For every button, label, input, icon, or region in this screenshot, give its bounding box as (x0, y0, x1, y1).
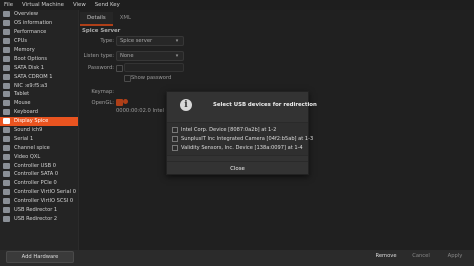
dialog-header: i Select USB devices for redirection (167, 92, 317, 119)
sidebar-item-label: Controller VirtIO Serial 0 (14, 189, 76, 196)
usb-redirection-dialog: i Select USB devices for redirection Int… (166, 91, 317, 175)
add-hardware-button[interactable]: Add Hardware (6, 251, 74, 263)
device-checkbox[interactable] (172, 127, 178, 133)
dialog-title: Select USB devices for redirection (213, 102, 317, 108)
sidebar-item[interactable]: Overview (0, 10, 78, 19)
sidebar-item[interactable]: Sound ich9 (0, 126, 78, 135)
device-icon (3, 91, 10, 98)
sidebar-item[interactable]: SATA Disk 1 (0, 63, 78, 72)
sidebar-item[interactable]: SATA CDROM 1 (0, 72, 78, 81)
device-icon (3, 207, 10, 214)
sidebar-item[interactable]: CPUs (0, 37, 78, 46)
apply-button[interactable]: Apply (442, 251, 468, 261)
menu-file[interactable]: File (4, 2, 13, 8)
device-icon (3, 73, 10, 80)
sidebar-item-label: Controller PCIe 0 (14, 180, 57, 187)
device-icon (3, 109, 10, 116)
sidebar-item-label: Controller USB 0 (14, 162, 56, 169)
device-icon (3, 118, 10, 125)
sidebar-item[interactable]: OS information (0, 19, 78, 28)
sidebar-item[interactable]: Mouse (0, 99, 78, 108)
sidebar-item-label: Memory (14, 47, 35, 53)
sidebar-item[interactable]: Controller VirtIO Serial 0 (0, 188, 78, 197)
menubar: File Virtual Machine View Send Key (0, 0, 474, 10)
usb-device-item[interactable]: SunplusIT Inc Integrated Camera [04f2:b5… (172, 135, 313, 143)
sidebar-item-label: Video QXL (14, 153, 41, 160)
device-icon (3, 82, 10, 89)
device-icon (3, 162, 10, 169)
sidebar-item-label: Tablet (14, 91, 30, 98)
sidebar-item-label: Controller SATA 0 (14, 171, 59, 178)
device-icon (3, 38, 10, 45)
device-icon (3, 135, 10, 142)
device-label: SunplusIT Inc Integrated Camera [04f2:b5… (181, 136, 314, 142)
device-icon (3, 171, 10, 178)
info-icon: i (180, 99, 192, 111)
menu-virtual-machine[interactable]: Virtual Machine (22, 2, 64, 8)
device-checkbox[interactable] (172, 145, 178, 151)
sidebar-item-label: NIC :e9:f5:a3 (14, 82, 48, 89)
sidebar-item-label: SATA Disk 1 (14, 64, 45, 71)
sidebar-item[interactable]: Channel spice (0, 143, 78, 152)
menu-view[interactable]: View (73, 2, 86, 8)
sidebar-item[interactable]: Controller USB 0 (0, 161, 78, 170)
sidebar-item[interactable]: Video QXL (0, 152, 78, 161)
device-icon (3, 55, 10, 62)
sidebar-item-label: Overview (14, 11, 38, 18)
sidebar-item-label: Keyboard (14, 109, 38, 116)
usb-device-item[interactable]: Intel Corp. Device [8087:0a2b] at 1-2 (172, 126, 276, 134)
sidebar-item[interactable]: Controller SATA 0 (0, 170, 78, 179)
sidebar-item[interactable]: Keyboard (0, 108, 78, 117)
device-label: Intel Corp. Device [8087:0a2b] at 1-2 (181, 127, 277, 133)
hardware-sidebar: Overview OS information Performance CPUs Mem… (0, 10, 79, 250)
usb-device-item[interactable]: Validity Sensors, Inc. Device [138a:0097… (172, 144, 303, 152)
menu-send-key[interactable]: Send Key (95, 2, 120, 8)
device-icon (3, 64, 10, 71)
sidebar-item[interactable]: NIC :e9:f5:a3 (0, 81, 78, 90)
sidebar-item[interactable]: Controller VirtIO SCSI 0 (0, 197, 78, 206)
sidebar-item[interactable]: Memory (0, 46, 78, 55)
remove-button[interactable]: Remove (372, 251, 400, 261)
device-icon (3, 189, 10, 196)
sidebar-item[interactable]: Boot Options (0, 54, 78, 63)
sidebar-item[interactable]: Tablet (0, 90, 78, 99)
device-label: Validity Sensors, Inc. Device [138a:0097… (181, 145, 303, 151)
device-icon (3, 198, 10, 205)
sidebar-item-label: Serial 1 (14, 135, 34, 142)
device-icon (3, 100, 10, 107)
device-icon (3, 153, 10, 160)
sidebar-item[interactable]: USB Redirector 2 (0, 214, 78, 223)
device-icon (3, 144, 10, 151)
device-icon (3, 47, 10, 53)
sidebar-item[interactable]: Controller PCIe 0 (0, 179, 78, 188)
usb-device-list: Intel Corp. Device [8087:0a2b] at 1-2 Su… (167, 122, 313, 156)
cancel-button[interactable]: Cancel (408, 251, 434, 261)
sidebar-item-label: Performance (14, 29, 47, 36)
sidebar-item-label: Display Spice (14, 118, 49, 125)
device-icon (3, 20, 10, 27)
sidebar-item-label: Mouse (14, 100, 31, 107)
sidebar-item-label: CPUs (14, 38, 28, 45)
sidebar-item-label: SATA CDROM 1 (14, 73, 53, 80)
device-checkbox[interactable] (172, 136, 178, 142)
device-icon (3, 215, 10, 222)
sidebar-item-label: OS information (14, 20, 53, 27)
sidebar-item[interactable]: Display Spice (0, 116, 78, 126)
sidebar-item-label: USB Redirector 2 (14, 215, 58, 222)
sidebar-item-label: Controller VirtIO SCSI 0 (14, 198, 74, 205)
sidebar-item-label: USB Redirector 1 (14, 207, 58, 214)
device-icon (3, 127, 10, 134)
device-icon (3, 180, 10, 187)
device-icon (3, 11, 10, 18)
sidebar-item-label: Sound ich9 (14, 127, 43, 134)
sidebar-item[interactable]: USB Redirector 1 (0, 206, 78, 215)
sidebar-item-label: Channel spice (14, 144, 50, 151)
dialog-close-button[interactable]: Close (167, 161, 308, 175)
sidebar-item-label: Boot Options (14, 55, 47, 62)
device-icon (3, 29, 10, 36)
sidebar-item[interactable]: Performance (0, 28, 78, 37)
sidebar-item[interactable]: Serial 1 (0, 134, 78, 143)
